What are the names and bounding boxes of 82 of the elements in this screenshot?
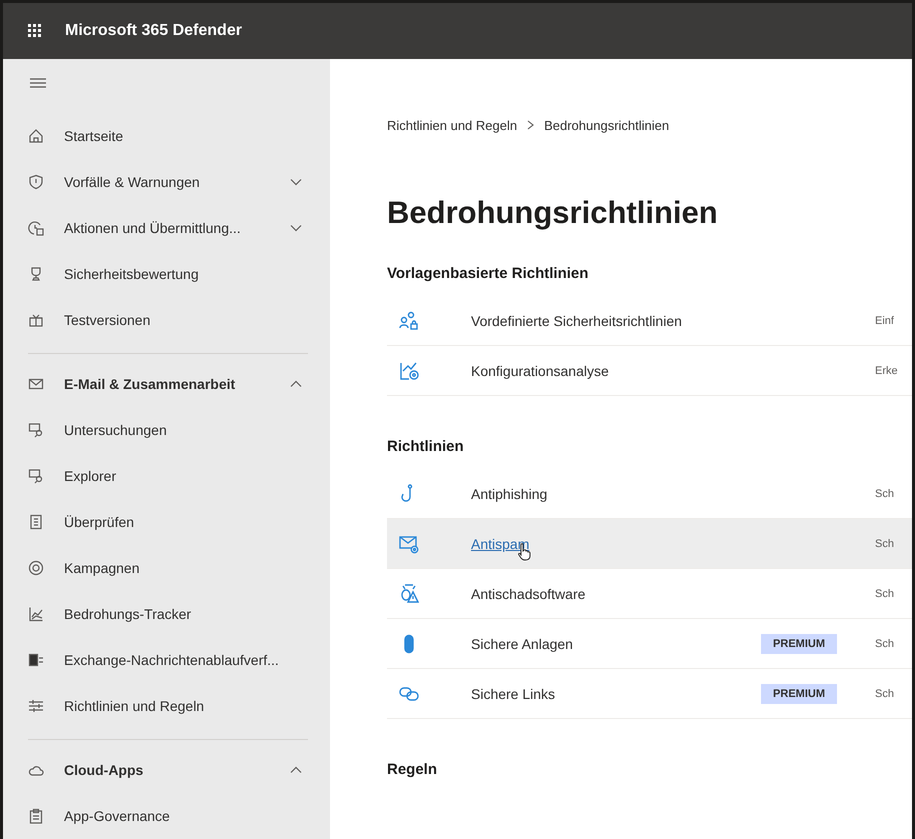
menu-icon[interactable] [30,77,46,89]
chart-gear-icon [399,360,419,380]
chevron-up-icon[interactable] [290,380,302,388]
home-icon [28,128,44,144]
policy-description: Sch [875,488,895,500]
nav-item[interactable]: E-Mail & Zusammenarbeit [28,361,308,407]
policy-description: Sch [875,638,895,650]
nav-item[interactable]: Cloud-Apps [28,747,308,793]
policy-row[interactable]: Antispam Sch [387,519,912,569]
policy-row[interactable]: Sichere Links PREMIUM Sch [387,669,912,719]
document-icon [28,514,44,530]
nav-item[interactable]: Startseite [28,113,308,159]
policy-link[interactable]: Sichere Anlagen [471,636,573,652]
policy-description: Sch [875,688,895,700]
nav-item[interactable]: Vorfälle & Warnungen [28,159,308,205]
premium-badge: PREMIUM [761,684,837,704]
search-chat-icon [28,422,44,438]
nav-label: Untersuchungen [64,422,168,438]
policy-link[interactable]: Antispam [471,536,530,552]
nav-label: Bedrohungs-Tracker [64,606,192,622]
policy-link[interactable]: Antiphishing [471,486,548,502]
breadcrumb-item[interactable]: Richtlinien und Regeln [387,118,518,132]
nav-label: Cloud-Apps [64,762,144,778]
chevron-down-icon[interactable] [290,178,302,186]
nav-label: Sicherheitsbewertung [64,266,200,282]
policy-description: Erke [875,364,899,376]
nav-item[interactable]: Testversionen [28,297,308,343]
target-icon [28,560,44,576]
clipboard-icon [28,808,44,824]
nav-label: Überprüfen [64,514,136,530]
nav-label: App-Governance [64,808,171,824]
app-title: Microsoft 365 Defender [65,22,242,40]
nav-item[interactable]: Explorer [28,453,308,499]
shield-icon [28,174,44,190]
gift-icon [28,312,44,328]
nav-item[interactable]: Aktionen und Übermittlung... [28,205,308,251]
policy-description: Einf [875,314,895,326]
nav-item[interactable]: App-Governance [28,793,308,839]
nav-label: Kampagnen [64,560,141,576]
chevron-down-icon[interactable] [290,224,302,232]
policy-description: Sch [875,538,895,550]
app-launcher-icon[interactable] [28,24,42,38]
nav-label: Aktionen und Übermittlung... [64,220,242,236]
nav-item[interactable]: Exchange-Nachrichtenablaufverf... [28,637,308,683]
chart-icon [28,606,44,622]
policy-row[interactable]: Konfigurationsanalyse Erke [387,346,912,396]
policy-link[interactable]: Vordefinierte Sicherheitsrichtlinien [471,312,682,328]
chevron-right-icon [527,120,534,130]
mail-gear-icon [399,534,419,554]
people-lock-icon [399,310,419,330]
nav-item[interactable]: Untersuchungen [28,407,308,453]
chevron-up-icon[interactable] [290,766,302,774]
nav-label: E-Mail & Zusammenarbeit [64,376,236,392]
clock-list-icon [28,220,44,236]
bug-warning-icon [399,584,419,604]
nav-item[interactable]: Sicherheitsbewertung [28,251,308,297]
nav-label: Explorer [64,468,118,484]
nav-label: Testversionen [64,312,152,328]
nav-item[interactable]: Bedrohungs-Tracker [28,591,308,637]
search-chat-icon [28,468,44,484]
nav-label: Startseite [64,128,124,144]
section-heading: Richtlinien [387,438,465,455]
nav-item[interactable]: Kampagnen [28,545,308,591]
nav-item[interactable]: Überprüfen [28,499,308,545]
section-heading: Regeln [387,761,438,778]
breadcrumb-item: Bedrohungsrichtlinien [544,118,670,132]
policy-link[interactable]: Antischadsoftware [471,586,586,602]
policy-link[interactable]: Sichere Links [471,686,556,702]
nav-item[interactable]: Richtlinien und Regeln [28,683,308,729]
policy-description: Sch [875,588,895,600]
policy-row[interactable]: Vordefinierte Sicherheitsrichtlinien Einf [387,296,912,346]
policy-row[interactable]: Sichere Anlagen PREMIUM Sch [387,619,912,669]
nav-label: Vorfälle & Warnungen [64,174,201,190]
nav-label: Richtlinien und Regeln [64,698,206,714]
policy-row[interactable]: Antischadsoftware Sch [387,569,912,619]
mail-icon [28,376,44,392]
sliders-icon [28,698,44,714]
page-title: Bedrohungsrichtlinien [387,195,719,231]
policy-link[interactable]: Konfigurationsanalyse [471,362,609,378]
nav-label: Exchange-Nachrichtenablaufverf... [64,652,280,668]
premium-badge: PREMIUM [761,634,837,654]
section-heading: Vorlagenbasierte Richtlinien [387,265,590,282]
